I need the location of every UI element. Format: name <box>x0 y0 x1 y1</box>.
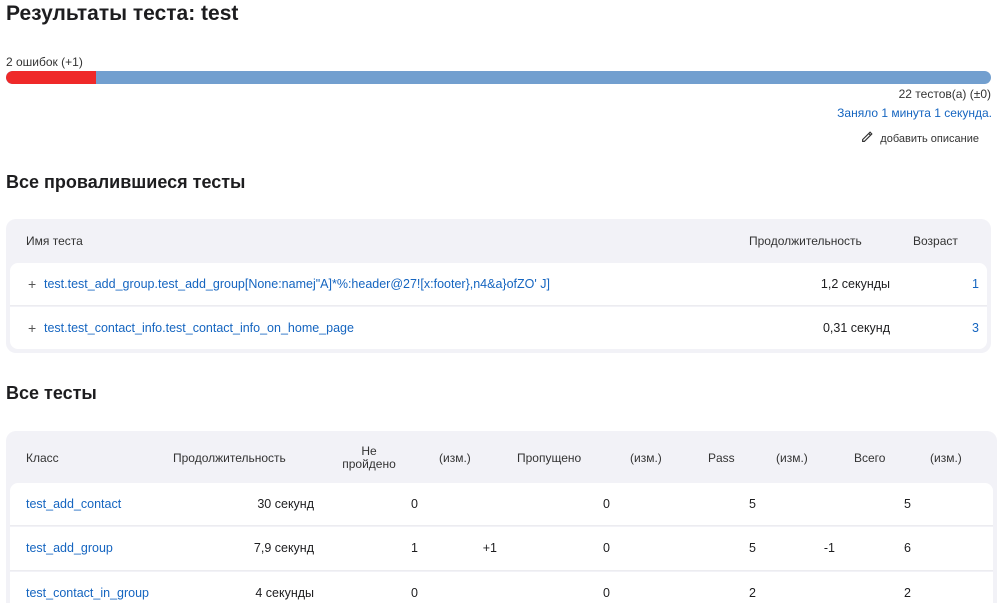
pass-diff: -1 <box>823 541 835 555</box>
failed-test-age-link[interactable]: 3 <box>972 321 979 335</box>
failed-count: 0 <box>411 586 418 600</box>
total-tests-count: 22 тестов(а) (±0) <box>898 87 991 101</box>
pass-count: 2 <box>749 586 756 600</box>
column-header-pass-diff[interactable]: (изм.) <box>776 451 808 465</box>
class-duration: 30 секунд <box>257 497 314 511</box>
failed-count: 1 <box>411 541 418 555</box>
expand-icon[interactable]: + <box>28 276 36 292</box>
all-tests-heading: Все тесты <box>6 383 97 403</box>
skipped-count: 0 <box>603 497 610 511</box>
add-description-button[interactable]: добавить описание <box>860 130 979 147</box>
column-header-duration[interactable]: Продолжительность <box>173 451 286 465</box>
duration-link[interactable]: Заняло 1 минута 1 секунда. <box>837 106 992 120</box>
failed-portion-bar <box>6 71 96 84</box>
column-header-duration[interactable]: Продолжительность <box>749 234 862 248</box>
pass-count: 5 <box>749 541 756 555</box>
total-count: 2 <box>904 586 911 600</box>
total-count: 6 <box>904 541 911 555</box>
column-header-test-name[interactable]: Имя теста <box>26 234 83 248</box>
column-header-failed[interactable]: Не пройдено <box>340 445 398 471</box>
failures-count: 2 ошибок (+1) <box>6 55 83 69</box>
table-row: + test.test_add_group.test_add_group[Non… <box>10 263 987 306</box>
class-link[interactable]: test_add_contact <box>26 497 121 511</box>
all-tests-table: Класс Продолжительность Не пройдено (изм… <box>6 431 997 603</box>
failed-tests-heading: Все провалившиеся тесты <box>6 172 246 192</box>
failed-test-link[interactable]: test.test_add_group.test_add_group[None:… <box>44 277 550 291</box>
column-header-skipped-diff[interactable]: (изм.) <box>630 451 662 465</box>
table-row: test_add_group 7,9 секунд 1 +1 0 5 -1 6 <box>10 527 993 571</box>
failed-test-link[interactable]: test.test_contact_info.test_contact_info… <box>44 321 354 335</box>
pencil-icon <box>860 130 874 147</box>
table-row: + test.test_contact_info.test_contact_in… <box>10 307 987 349</box>
page-title: Результаты теста: test <box>6 2 239 25</box>
column-header-failed-diff[interactable]: (изм.) <box>439 451 471 465</box>
table-row: test_contact_in_group 4 секунды 0 0 2 2 <box>10 572 993 603</box>
column-header-skipped[interactable]: Пропущено <box>517 451 581 465</box>
failed-test-duration: 0,31 секунд <box>822 321 890 335</box>
skipped-count: 0 <box>603 586 610 600</box>
failed-test-age-link[interactable]: 1 <box>972 277 979 291</box>
class-link[interactable]: test_contact_in_group <box>26 586 149 600</box>
class-link[interactable]: test_add_group <box>26 541 113 555</box>
test-result-bar <box>6 71 991 84</box>
expand-icon[interactable]: + <box>28 320 36 336</box>
failed-diff: +1 <box>482 541 497 555</box>
class-duration: 7,9 секунд <box>253 541 314 555</box>
column-header-pass[interactable]: Pass <box>708 451 735 465</box>
column-header-class[interactable]: Класс <box>26 451 59 465</box>
column-header-age[interactable]: Возраст <box>913 234 958 248</box>
pass-count: 5 <box>749 497 756 511</box>
table-row: test_add_contact 30 секунд 0 0 5 5 <box>10 483 993 526</box>
failed-count: 0 <box>411 497 418 511</box>
column-header-total-diff[interactable]: (изм.) <box>930 451 962 465</box>
column-header-total[interactable]: Всего <box>854 451 885 465</box>
total-count: 5 <box>904 497 911 511</box>
failed-tests-table: Имя теста Продолжительность Возраст + te… <box>6 219 991 353</box>
failed-test-duration: 1,2 секунды <box>820 277 890 291</box>
class-duration: 4 секунды <box>255 586 314 600</box>
add-description-label: добавить описание <box>880 132 979 145</box>
skipped-count: 0 <box>603 541 610 555</box>
